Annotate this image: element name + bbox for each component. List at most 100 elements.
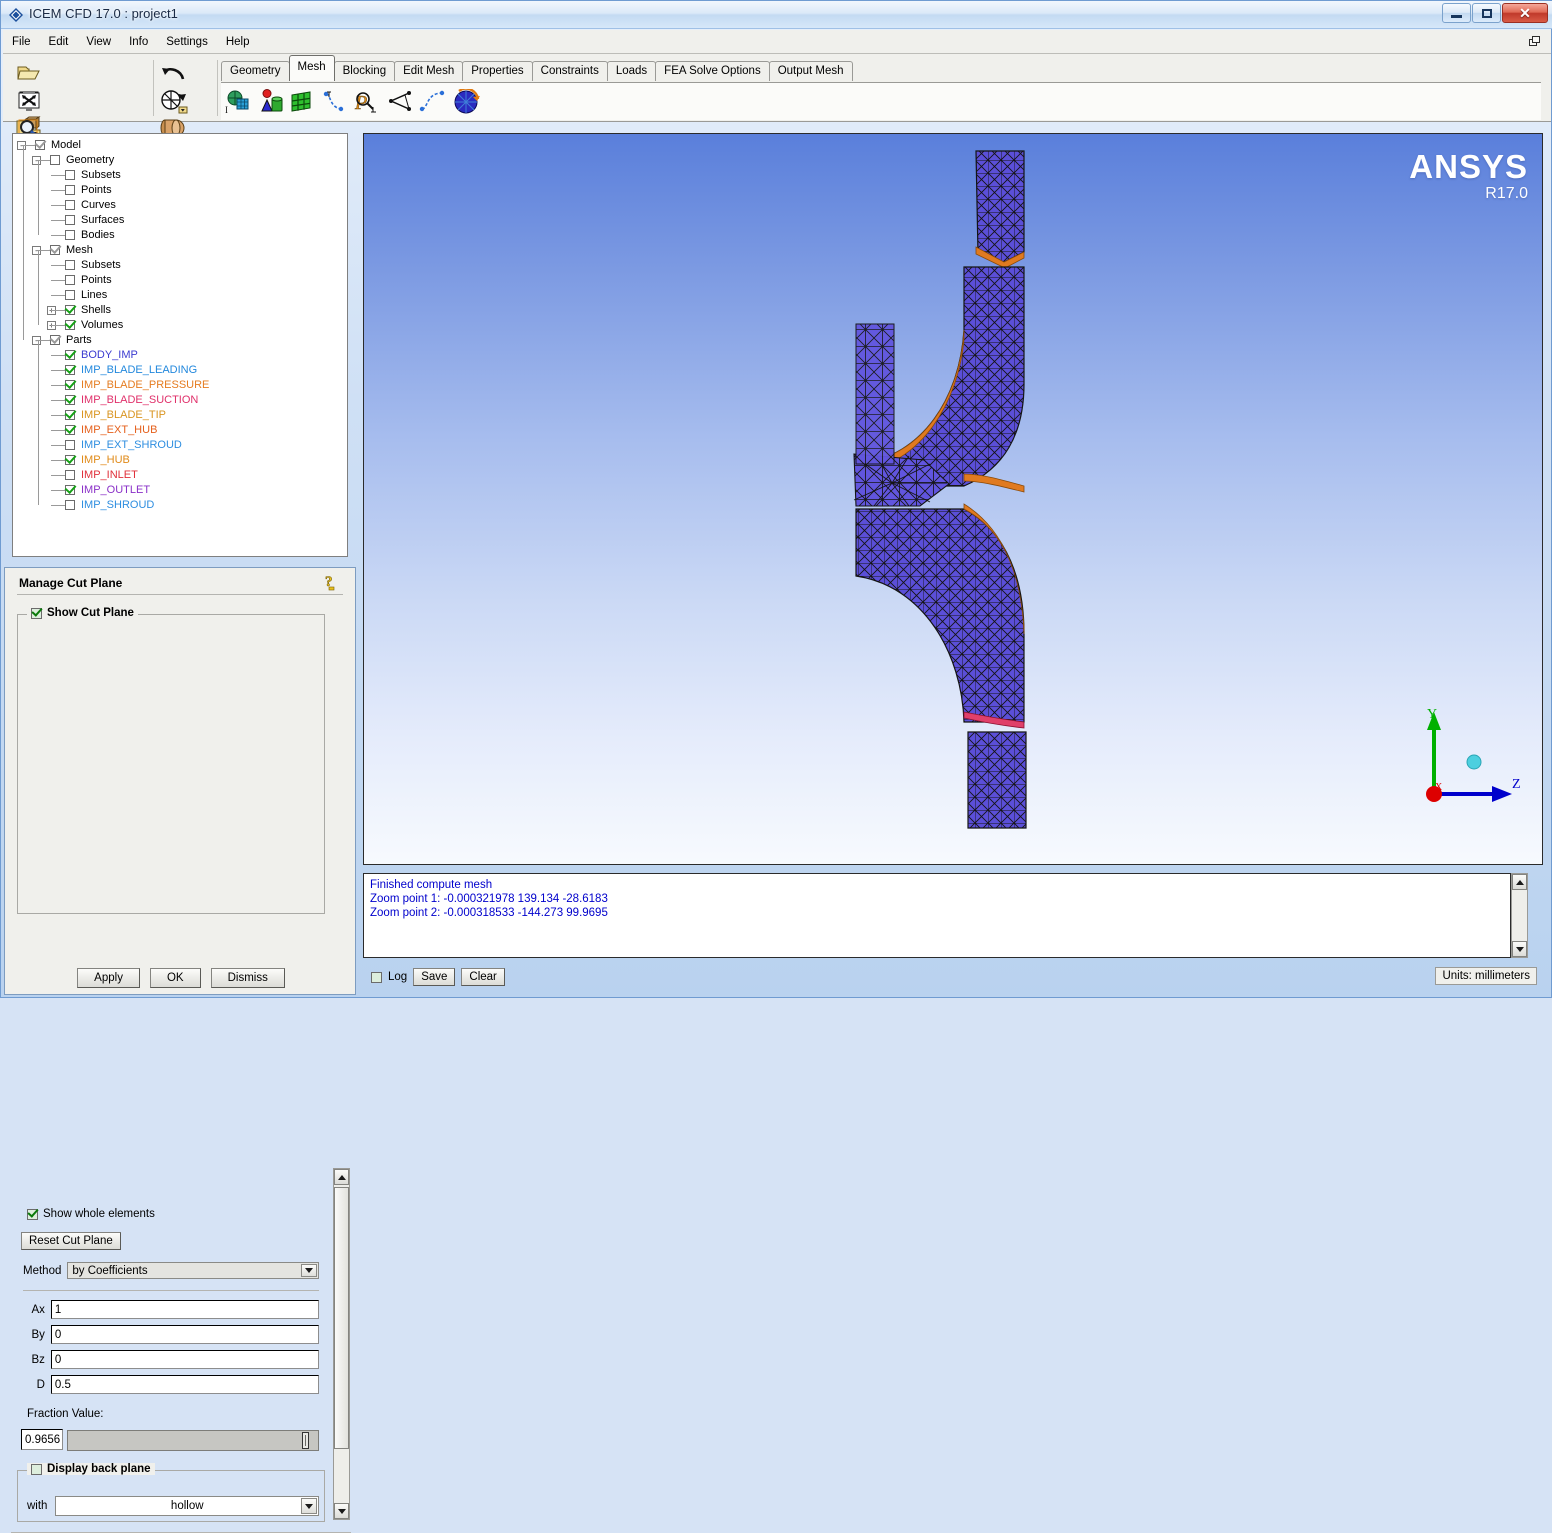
tree-item-lines[interactable]: Lines [15,288,347,303]
edit-mesh-curve-icon[interactable] [417,88,451,115]
menu-info[interactable]: Info [120,33,157,51]
tab-geometry[interactable]: Geometry [221,61,290,81]
tab-edit-mesh[interactable]: Edit Mesh [394,61,464,81]
tree-checkbox[interactable] [65,500,75,510]
tree-item-imp-outlet[interactable]: IMP_OUTLET [15,483,347,498]
tree-item-imp-ext-shroud[interactable]: IMP_EXT_SHROUD [15,438,347,453]
menu-file[interactable]: File [3,33,40,51]
method-select[interactable]: by Coefficients [67,1262,319,1279]
fraction-value-input[interactable]: 0.9656 [21,1429,63,1450]
show-cut-plane-checkbox[interactable]: Show Cut Plane [27,607,138,619]
surface-mesh-icon[interactable] [287,88,319,115]
tree-item-curves[interactable]: Curves [15,198,347,213]
tab-properties[interactable]: Properties [462,61,533,81]
panel-scrollbar[interactable] [333,1168,350,1520]
save-log-button[interactable]: Save [413,968,456,986]
tree-checkbox[interactable] [65,485,75,495]
tree-checkbox[interactable] [65,410,75,420]
global-mesh-setup-icon[interactable]: I [223,88,255,115]
tree-item-points[interactable]: Points [15,273,347,288]
mesh-from-curve-icon[interactable] [385,88,417,115]
tree-checkbox[interactable] [65,185,75,195]
tree-checkbox[interactable] [65,470,75,480]
log-checkbox[interactable] [371,971,382,983]
tree-item-imp-blade-leading[interactable]: IMP_BLADE_LEADING [15,363,347,378]
tree-item-shells[interactable]: +Shells [15,303,347,318]
menu-settings[interactable]: Settings [157,33,217,51]
tree-item-imp-blade-tip[interactable]: IMP_BLADE_TIP [15,408,347,423]
tree-checkbox[interactable] [65,365,75,375]
chevron-down-icon[interactable] [301,1264,317,1277]
menu-view[interactable]: View [77,33,120,51]
tree-item-points[interactable]: Points [15,183,347,198]
close-icon[interactable]: ✕ [1502,3,1548,23]
tree-checkbox[interactable] [65,455,75,465]
slider-thumb[interactable] [301,1432,309,1449]
graphics-viewport[interactable]: ANSYS R17.0 Y Z X [363,133,1543,865]
clear-log-button[interactable]: Clear [461,968,505,986]
tree-item-volumes[interactable]: +Volumes [15,318,347,333]
tree-checkbox[interactable] [65,395,75,405]
tree-item-subsets[interactable]: Subsets [15,168,347,183]
scroll-up-button[interactable] [334,1169,349,1185]
tree-checkbox[interactable] [65,260,75,270]
coef-input-ax[interactable]: 1 [50,1300,319,1319]
tree-checkbox[interactable] [65,305,75,315]
menu-help[interactable]: Help [217,33,259,51]
tree-checkbox[interactable] [65,425,75,435]
show-whole-elements-checkbox[interactable]: Show whole elements [27,1208,155,1220]
tree-checkbox[interactable] [65,290,75,300]
tree-item-body-imp[interactable]: BODY_IMP [15,348,347,363]
fraction-value-slider[interactable] [67,1430,319,1451]
menu-edit[interactable]: Edit [40,33,78,51]
coef-input-by[interactable]: 0 [50,1325,319,1344]
tree-item-subsets[interactable]: Subsets [15,258,347,273]
tree-item-imp-inlet[interactable]: IMP_INLET [15,468,347,483]
tree-item-model[interactable]: -Model [15,138,347,153]
coef-input-d[interactable]: 0.5 [50,1375,319,1394]
log-scrollbar[interactable] [1511,873,1528,958]
dismiss-button[interactable]: Dismiss [210,968,285,988]
tree-checkbox[interactable] [65,380,75,390]
tree-checkbox[interactable] [65,230,75,240]
help-question-icon[interactable]: ? [323,572,341,592]
tree-item-imp-shroud[interactable]: IMP_SHROUD [15,498,347,513]
tree-item-imp-blade-suction[interactable]: IMP_BLADE_SUCTION [15,393,347,408]
sphere-clip-icon[interactable] [158,88,190,116]
tree-item-mesh[interactable]: -Mesh [15,243,347,258]
part-mesh-setup-icon[interactable] [255,88,287,115]
tree-checkbox[interactable] [35,140,45,150]
tree-item-parts[interactable]: -Parts [15,333,347,348]
maximize-icon[interactable] [1472,3,1501,23]
tree-checkbox[interactable] [50,245,60,255]
log-scroll-down-button[interactable] [1512,941,1527,957]
tab-blocking[interactable]: Blocking [333,61,396,81]
log-scroll-up-button[interactable] [1512,874,1527,890]
display-back-plane-checkbox[interactable]: Display back plane [27,1463,155,1475]
tree-checkbox[interactable] [65,440,75,450]
apply-button[interactable]: Apply [77,968,140,988]
fit-window-icon[interactable] [15,88,43,115]
tree-checkbox[interactable] [50,335,60,345]
coef-input-bz[interactable]: 0 [50,1350,319,1369]
tree-checkbox[interactable] [65,200,75,210]
minimize-icon[interactable] [1442,3,1471,23]
tree-item-imp-blade-pressure[interactable]: IMP_BLADE_PRESSURE [15,378,347,393]
tree-checkbox[interactable] [65,170,75,180]
tree-item-surfaces[interactable]: Surfaces [15,213,347,228]
open-folder-icon[interactable] [15,59,43,86]
restore-window-icon[interactable] [1525,32,1545,50]
tree-checkbox[interactable] [65,215,75,225]
tab-output-mesh[interactable]: Output Mesh [768,61,853,81]
reset-cut-plane-button[interactable]: Reset Cut Plane [21,1232,121,1250]
curve-mesh-icon[interactable] [319,88,351,115]
tab-mesh[interactable]: Mesh [288,55,335,81]
message-log[interactable]: Finished compute mesh Zoom point 1: -0.0… [363,873,1511,958]
tree-item-imp-hub[interactable]: IMP_HUB [15,453,347,468]
show-cut-plane-check[interactable] [31,607,42,619]
scroll-down-button[interactable] [334,1503,349,1519]
tree-checkbox[interactable] [65,275,75,285]
tree-item-imp-ext-hub[interactable]: IMP_EXT_HUB [15,423,347,438]
ok-button[interactable]: OK [149,968,201,988]
tab-loads[interactable]: Loads [606,61,657,81]
